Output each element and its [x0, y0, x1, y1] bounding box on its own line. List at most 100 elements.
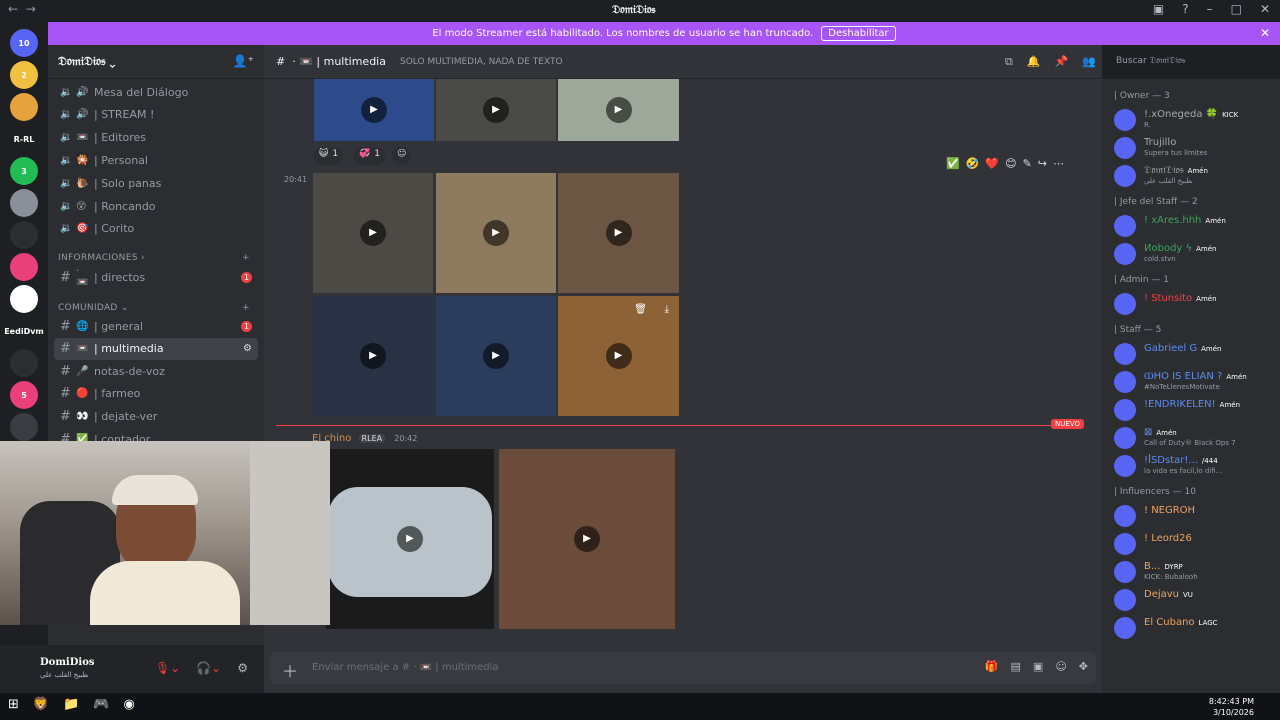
bell-icon[interactable]: 🔔	[1027, 55, 1041, 69]
category-comunidad[interactable]: COMUNIDAD ⌄ +	[58, 303, 250, 313]
voice-channel[interactable]: 🔉 🔊 Mesa del Diálogo	[54, 81, 258, 103]
member-item[interactable]: ! Leord26	[1114, 531, 1274, 557]
server-icon[interactable]	[10, 253, 38, 281]
message-input[interactable]: Enviar mensaje a # · 📼 | multimedia	[312, 662, 499, 673]
apps-icon[interactable]: ✥	[1079, 660, 1088, 673]
member-item[interactable]: Trujillo Supera tus límites	[1114, 135, 1274, 161]
category-informaciones[interactable]: INFORMACIONES › +	[58, 253, 250, 263]
emoji-icon[interactable]: ☺	[1055, 660, 1066, 673]
voice-channel[interactable]: 🔉 📼 | Editores	[54, 127, 258, 149]
server-icon[interactable]: 5	[10, 381, 38, 409]
message-action-icon[interactable]: ✎	[1023, 157, 1032, 170]
sticker-icon[interactable]: ▣	[1033, 660, 1043, 673]
members-icon[interactable]: 👥	[1082, 55, 1096, 69]
video-attachment[interactable]: ▶	[558, 173, 679, 293]
settings-icon[interactable]: ⚙	[237, 661, 248, 675]
video-attachment[interactable]: ▶	[313, 296, 433, 416]
add-channel-icon[interactable]: +	[242, 303, 250, 313]
threads-icon[interactable]: ⧉	[1005, 55, 1013, 69]
play-icon[interactable]: ▶	[574, 526, 600, 552]
channel-settings-icon[interactable]: ⚙	[243, 343, 252, 354]
text-channel[interactable]: # 📼 | multimedia ⚙	[54, 337, 258, 360]
windows-icon[interactable]: ⊞	[8, 697, 19, 712]
message-action-icon[interactable]: ✅	[946, 157, 960, 170]
text-channel[interactable]: # 🎤 notas-de-voz	[54, 360, 258, 382]
reaction-pill[interactable]: 💞 1	[354, 147, 385, 165]
video-attachment[interactable]: ▶	[436, 296, 556, 416]
server-icon[interactable]	[10, 285, 38, 313]
server-icon[interactable]: 2	[10, 61, 38, 89]
disable-streamer-button[interactable]: Deshabilitar	[821, 26, 896, 41]
close-icon[interactable]: ✕	[1260, 2, 1270, 16]
window-controls[interactable]: ▣ ? – □ ✕	[1153, 2, 1270, 16]
member-item[interactable]: ⲰHO IS ELIAN ? Amén #NoTeLlenesMotivate	[1114, 369, 1274, 395]
back-icon[interactable]: ←	[8, 2, 18, 16]
play-icon[interactable]: ▶	[483, 343, 509, 369]
server-icon[interactable]: 3	[10, 157, 38, 185]
nav-arrows[interactable]: ← →	[8, 2, 36, 16]
server-icon[interactable]	[10, 189, 38, 217]
video-attachment[interactable]: ▶	[436, 173, 556, 293]
video-attachment[interactable]: ▶	[558, 79, 679, 141]
play-icon[interactable]: ▶	[605, 343, 632, 369]
member-item[interactable]: Gabrieel G Amén	[1114, 341, 1274, 367]
member-item[interactable]: ⊠ Amén Call of Duty® Black Ops 7	[1114, 425, 1274, 451]
message-action-icon[interactable]: ↪	[1038, 157, 1047, 170]
member-item[interactable]: ! xAres.hhh Amén	[1114, 213, 1274, 239]
member-item[interactable]: El Cubano LAGC	[1114, 615, 1274, 641]
text-channel[interactable]: # · 📼 | directos 1	[54, 266, 258, 288]
inbox-icon[interactable]: ▣	[1153, 2, 1164, 16]
play-icon[interactable]: ▶	[483, 97, 509, 123]
play-icon[interactable]: ▶	[605, 220, 632, 246]
text-channel[interactable]: # 👀 | dejate-ver	[54, 405, 258, 427]
voice-channel[interactable]: 🔉 🔊 | STREAM !	[54, 104, 258, 126]
taskbar-clock[interactable]: 8:42:43 PM 3/10/2026	[1209, 696, 1254, 718]
message-action-icon[interactable]: ⋯	[1053, 157, 1064, 170]
attach-icon[interactable]: ＋	[282, 658, 298, 682]
play-icon[interactable]: ▶	[360, 220, 386, 246]
deafen-icon[interactable]: 🎧⌄	[196, 661, 221, 675]
guild-header[interactable]: 𝔇𝔬𝔪𝔦𝔇𝔦𝔬𝔰 ⌄ 👤⁺	[48, 45, 264, 79]
discord-icon[interactable]: 🎮	[93, 697, 109, 712]
video-attachment[interactable]: ▶	[326, 449, 494, 629]
brave-icon[interactable]: 🦁	[33, 697, 49, 712]
mute-icon[interactable]: 🎙⌄	[155, 661, 180, 675]
play-icon[interactable]: ▶	[361, 97, 387, 123]
server-icon[interactable]	[10, 221, 38, 249]
member-item[interactable]: !ENDRIKELEN! Amén	[1114, 397, 1274, 423]
invite-icon[interactable]: 👤⁺	[233, 54, 254, 68]
play-icon[interactable]: ▶	[605, 97, 632, 123]
video-attachment[interactable]: ▶	[314, 79, 434, 141]
message-action-icon[interactable]: 😊	[1005, 157, 1016, 170]
add-reaction-icon[interactable]: ☺	[392, 147, 412, 165]
member-item[interactable]: ! NEGROH	[1114, 503, 1274, 529]
forward-icon[interactable]: →	[26, 2, 36, 16]
maximize-icon[interactable]: □	[1231, 2, 1242, 16]
voice-channel[interactable]: 🔉 🐌 | Solo panas	[54, 172, 258, 194]
guild-name[interactable]: 𝔇𝔬𝔪𝔦𝔇𝔦𝔬𝔰 ⌄	[58, 54, 115, 69]
video-attachment[interactable]: ▶	[499, 449, 675, 629]
files-icon[interactable]: 📁	[63, 697, 79, 712]
gif-icon[interactable]: ▤	[1011, 660, 1021, 673]
voice-channel[interactable]: 🔉 🎇 | Personal	[54, 149, 258, 171]
search-input[interactable]: Buscar 𝔇𝔬𝔪𝔦𝔇𝔦𝔬𝔰	[1110, 52, 1274, 72]
member-item[interactable]: Иobody ϟ Amén cold.stvn	[1114, 241, 1274, 267]
play-icon[interactable]: ▶	[483, 220, 509, 246]
user-name[interactable]: DomiDios	[40, 657, 95, 668]
message-action-icon[interactable]: ❤️	[985, 157, 999, 170]
server-icon[interactable]: EediDvm	[4, 317, 44, 345]
obs-icon[interactable]: ◉	[123, 697, 134, 712]
voice-channel[interactable]: 🔉 🎯 | Corito	[54, 218, 258, 240]
member-item[interactable]: ! Stunsito Amén	[1114, 291, 1274, 317]
message-composer[interactable]: ＋ Enviar mensaje a # · 📼 | multimedia 🎁 …	[270, 652, 1096, 684]
member-item[interactable]: Dejavu VU	[1114, 587, 1274, 613]
server-icon[interactable]	[10, 413, 38, 441]
server-icon[interactable]	[10, 93, 38, 121]
member-item[interactable]: B... DYRP KICK: Bubalooh	[1114, 559, 1274, 585]
play-icon[interactable]: ▶	[360, 343, 386, 369]
server-icon[interactable]	[10, 349, 38, 377]
text-channel[interactable]: # 🔴 | farmeo	[54, 383, 258, 405]
minimize-icon[interactable]: –	[1207, 2, 1213, 16]
download-icon[interactable]: ⤓	[665, 304, 669, 315]
message-action-icon[interactable]: 🤣	[966, 157, 980, 170]
